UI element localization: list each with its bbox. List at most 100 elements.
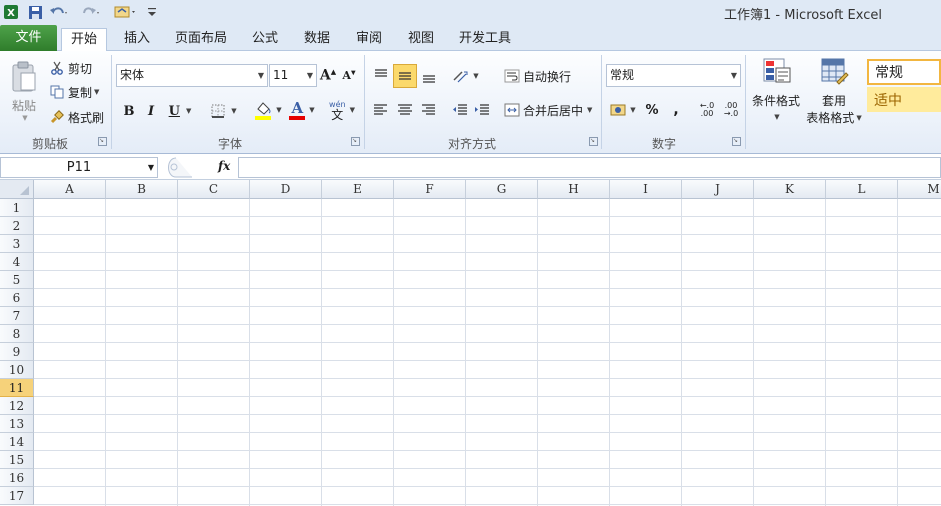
align-middle-button[interactable] [393,64,417,88]
number-launcher-icon[interactable]: ↘ [732,137,741,146]
row-gridline [34,306,941,307]
quick-tool-icon[interactable] [112,3,140,21]
row-header[interactable]: 12 [0,397,34,415]
underline-dropdown-icon: ▼ [185,107,192,115]
format-as-table-button[interactable]: 套用 表格格式 ▼ [804,56,864,132]
wrap-text-button[interactable]: 自动换行 [504,66,571,86]
column-gridline [321,199,322,506]
column-gridline [177,199,178,506]
column-header[interactable]: B [106,180,178,199]
underline-button[interactable]: U ▼ [164,101,196,121]
tab-view[interactable]: 视图 [400,28,442,51]
column-header[interactable]: D [250,180,322,199]
undo-icon[interactable] [48,3,70,21]
font-launcher-icon[interactable]: ↘ [351,137,360,146]
row-header[interactable]: 10 [0,361,34,379]
row-header[interactable]: 17 [0,487,34,505]
phonetic-button[interactable]: wén 文 ▼ [326,99,358,121]
fill-color-dropdown-icon: ▼ [276,106,282,114]
save-icon[interactable] [26,3,44,21]
paste-button[interactable]: 粘贴 ▼ [6,56,42,126]
column-header[interactable]: J [682,180,754,199]
accounting-format-button[interactable]: ▼ [608,99,638,121]
tab-data[interactable]: 数据 [296,28,338,51]
column-header[interactable]: G [466,180,538,199]
fill-color-button[interactable]: ▼ [252,99,284,121]
percent-button[interactable]: % [642,99,662,121]
column-header[interactable]: A [34,180,106,199]
orientation-button[interactable]: ▼ [450,65,480,87]
align-top-button[interactable] [370,64,392,86]
increase-indent-button[interactable] [472,100,492,120]
insert-function-button[interactable]: fx [218,159,230,173]
group-divider [111,55,112,149]
shrink-font-button[interactable]: A▼ [340,66,358,84]
redo-icon[interactable] [80,3,102,21]
align-right-button[interactable] [418,100,438,120]
row-header[interactable]: 8 [0,325,34,343]
tab-developer[interactable]: 开发工具 [452,28,518,51]
tab-insert[interactable]: 插入 [116,28,158,51]
tab-home[interactable]: 开始 [61,28,107,52]
decrease-indent-button[interactable] [450,100,470,120]
row-header[interactable]: 1 [0,199,34,217]
alignment-launcher-icon[interactable]: ↘ [589,137,598,146]
column-header[interactable]: F [394,180,466,199]
align-top-icon [375,69,387,77]
select-all-corner[interactable] [0,180,34,199]
tab-file[interactable]: 文件 [0,25,57,51]
row-header[interactable]: 5 [0,271,34,289]
excel-logo-icon[interactable]: X [2,3,20,21]
clipboard-launcher-icon[interactable]: ↘ [98,137,107,146]
column-header[interactable]: H [538,180,610,199]
row-header[interactable]: 6 [0,289,34,307]
border-button[interactable]: ▼ [208,101,240,121]
bold-button[interactable]: B [120,101,138,121]
column-header[interactable]: K [754,180,826,199]
row-header[interactable]: 2 [0,217,34,235]
row-header[interactable]: 4 [0,253,34,271]
align-bottom-button[interactable] [418,66,440,88]
font-size-select[interactable]: 11 ▼ [269,64,317,87]
increase-decimal-button[interactable]: ←.0.00 [696,99,718,121]
italic-button[interactable]: I [142,101,160,121]
tab-review[interactable]: 审阅 [348,28,390,51]
formula-input[interactable] [238,157,941,178]
column-header[interactable]: M [898,180,941,199]
row-header[interactable]: 11 [0,379,34,397]
column-header[interactable]: C [178,180,250,199]
row-header[interactable]: 9 [0,343,34,361]
tab-formulas[interactable]: 公式 [244,28,286,51]
font-color-dropdown-icon: ▼ [309,106,315,114]
customize-toolbar-icon[interactable] [145,3,159,21]
column-header[interactable]: E [322,180,394,199]
tab-page-layout[interactable]: 页面布局 [168,28,234,51]
align-center-button[interactable] [395,100,415,120]
align-left-button[interactable] [371,100,391,120]
merge-center-button[interactable]: 合并后居中 ▼ [504,100,592,120]
comma-button[interactable]: , [666,99,686,121]
row-header[interactable]: 16 [0,469,34,487]
style-neutral-cell[interactable]: 适中 [867,87,941,112]
font-color-button[interactable]: A ▼ [286,99,318,121]
grow-font-button[interactable]: A▲ [319,66,337,84]
column-header[interactable]: I [610,180,682,199]
number-format-select[interactable]: 常规 ▼ [606,64,741,87]
row-header[interactable]: 15 [0,451,34,469]
phonetic-glyph: 文 [331,107,344,122]
format-painter-button[interactable]: 格式刷 [50,108,104,126]
spreadsheet-grid[interactable]: ABCDEFGHIJKLM 1 2 3 4 5 6 7 8 9 10 11 12 13 14 15 16 17 [0,180,941,506]
conditional-format-button[interactable]: 条件格式 ▼ [750,56,802,132]
copy-button[interactable]: 复制 ▼ [50,83,99,101]
decrease-decimal-button[interactable]: .00 →.0 [720,99,742,121]
style-normal-cell[interactable]: 常规 [867,59,941,85]
row-header[interactable]: 13 [0,415,34,433]
font-family-select[interactable]: 宋体 ▼ [116,64,268,87]
column-header[interactable]: L [826,180,898,199]
percent-label: % [645,102,659,118]
row-header[interactable]: 7 [0,307,34,325]
row-header[interactable]: 14 [0,433,34,451]
name-box[interactable]: P11 ▼ [0,157,158,178]
row-header[interactable]: 3 [0,235,34,253]
cut-button[interactable]: 剪切 [50,59,92,77]
